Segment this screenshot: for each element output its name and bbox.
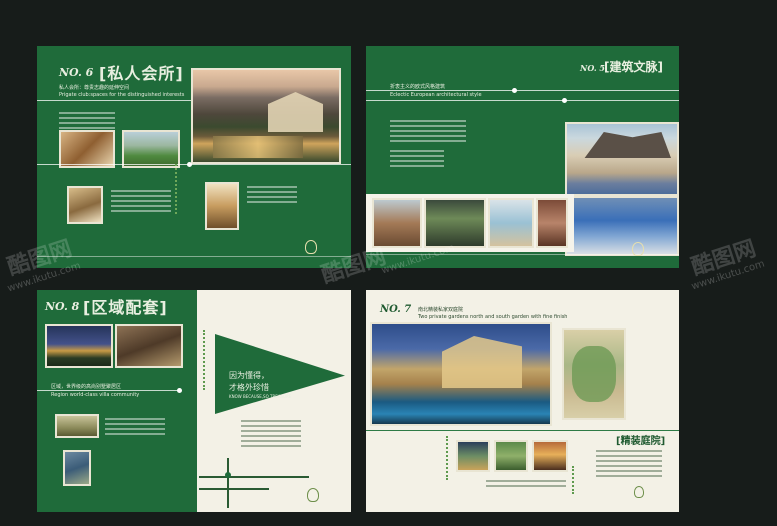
- villa-roof: [584, 132, 671, 158]
- page-title: [区域配套]: [83, 298, 168, 317]
- body-text-block: [596, 450, 662, 480]
- page-number-label: NO. 7: [380, 304, 412, 315]
- brochure-page-private-garden: NO. 7 南北精装私家双庭院 Two private gardens nort…: [366, 290, 679, 512]
- map-road: [199, 488, 269, 490]
- page-subtitle-en: Region world-class villa community: [51, 392, 140, 398]
- vine-decoration: [203, 330, 215, 390]
- body-text-block: [111, 190, 171, 215]
- page-number-label: NO. 8: [45, 300, 80, 313]
- brochure-page-regional-facilities: NO. 8 [区域配套] 区域，世界级的高尚别墅聚居区 Region world…: [37, 290, 351, 512]
- divider-line: [37, 100, 197, 101]
- divider-dot: [512, 88, 517, 93]
- map-road: [227, 458, 229, 508]
- page-subtitle-en: Prigate club:spaces for the distinguishe…: [59, 92, 185, 98]
- location-map: [199, 458, 309, 508]
- body-text-block: [390, 120, 466, 145]
- clubhouse-photo: [191, 68, 341, 164]
- brochure-page-architecture: NO. 5 [建筑文脉] 折衷主义的欧式风格建筑 Eclectic Europe…: [366, 46, 679, 268]
- brand-logo-icon: [632, 242, 644, 256]
- page-subtitle-cn: 区域，世界级的高尚别墅聚居区: [51, 384, 122, 390]
- page-number-label: NO. 6: [59, 66, 94, 79]
- garden-photo-2: [494, 440, 528, 472]
- quote-en: KNOW BECAUSE,SO TREASURE: [229, 394, 292, 399]
- villa-exterior-photo: [565, 122, 679, 196]
- page-subtitle-cn: 私人会所：尊贵志趣的延伸空间: [59, 85, 130, 91]
- divider-line: [366, 100, 679, 101]
- quote-line-2: 才格外珍惜: [229, 383, 269, 392]
- body-text-block: [486, 480, 566, 490]
- interior-photo-3: [205, 182, 239, 230]
- aerial-photo: [63, 450, 91, 486]
- strip-photo-4: [536, 198, 568, 248]
- brochure-page-private-club: NO. 6 [私人会所] 私人会所：尊贵志趣的延伸空间 Prigate club…: [37, 46, 351, 268]
- plan-garden: [572, 346, 616, 402]
- watermark-url: www.ikutu.com: [690, 258, 767, 293]
- map-marker-icon: [225, 472, 231, 478]
- body-text-block: [247, 186, 297, 206]
- brand-logo-icon: [634, 486, 644, 498]
- page-number-label: NO. 5: [580, 63, 605, 73]
- brand-logo-icon: [305, 240, 317, 254]
- garden-title: [精装庭院]: [616, 436, 666, 447]
- body-text-block: [105, 418, 165, 438]
- divider-line: [366, 430, 679, 431]
- vine-decoration: [175, 164, 189, 214]
- quote-line-1: 因为懂得，: [229, 371, 269, 380]
- villa-facade: [442, 336, 522, 388]
- page-subtitle-en: Two private gardens north and south gard…: [418, 314, 568, 320]
- night-entrance-photo: [45, 324, 113, 368]
- map-road: [199, 476, 309, 478]
- body-text-block: [390, 150, 444, 170]
- lawn-photo: [122, 130, 180, 168]
- page-subtitle-en: Eclectic European architectural style: [390, 92, 482, 98]
- photo-strip: [366, 194, 574, 252]
- divider-dot: [562, 98, 567, 103]
- equestrian-photo: [115, 324, 183, 368]
- page-subtitle-cn: 南北精装私家双庭院: [418, 307, 464, 313]
- interior-photo-2: [67, 186, 103, 224]
- watermark-brand: 酷图网: [688, 236, 760, 281]
- site-plan: [562, 328, 626, 420]
- garden-photo-3: [532, 440, 568, 472]
- page-subtitle-cn: 折衷主义的欧式风格建筑: [390, 84, 446, 90]
- divider-line: [37, 390, 181, 391]
- page-title: [建筑文脉]: [604, 60, 663, 74]
- reflecting-pool: [213, 136, 303, 158]
- strip-photo-2: [424, 198, 486, 248]
- garden-photo-1: [456, 440, 490, 472]
- strip-photo-3: [488, 198, 534, 248]
- clubhouse-building: [268, 92, 323, 132]
- footer-line: [37, 256, 351, 257]
- villa-dusk-photo: [370, 322, 552, 426]
- footer-line: [366, 254, 679, 255]
- divider-line: [37, 164, 351, 165]
- interior-photo-1: [59, 130, 115, 168]
- vine-decoration: [446, 436, 458, 480]
- landscape-photo: [55, 414, 99, 438]
- pool-photo: [565, 196, 679, 256]
- body-text-block: [241, 420, 301, 450]
- strip-photo-1: [372, 198, 422, 248]
- page-title: [私人会所]: [99, 64, 184, 83]
- brand-logo-icon: [307, 488, 319, 502]
- divider-dot: [177, 388, 182, 393]
- vine-decoration: [572, 466, 584, 494]
- divider-line: [366, 90, 679, 91]
